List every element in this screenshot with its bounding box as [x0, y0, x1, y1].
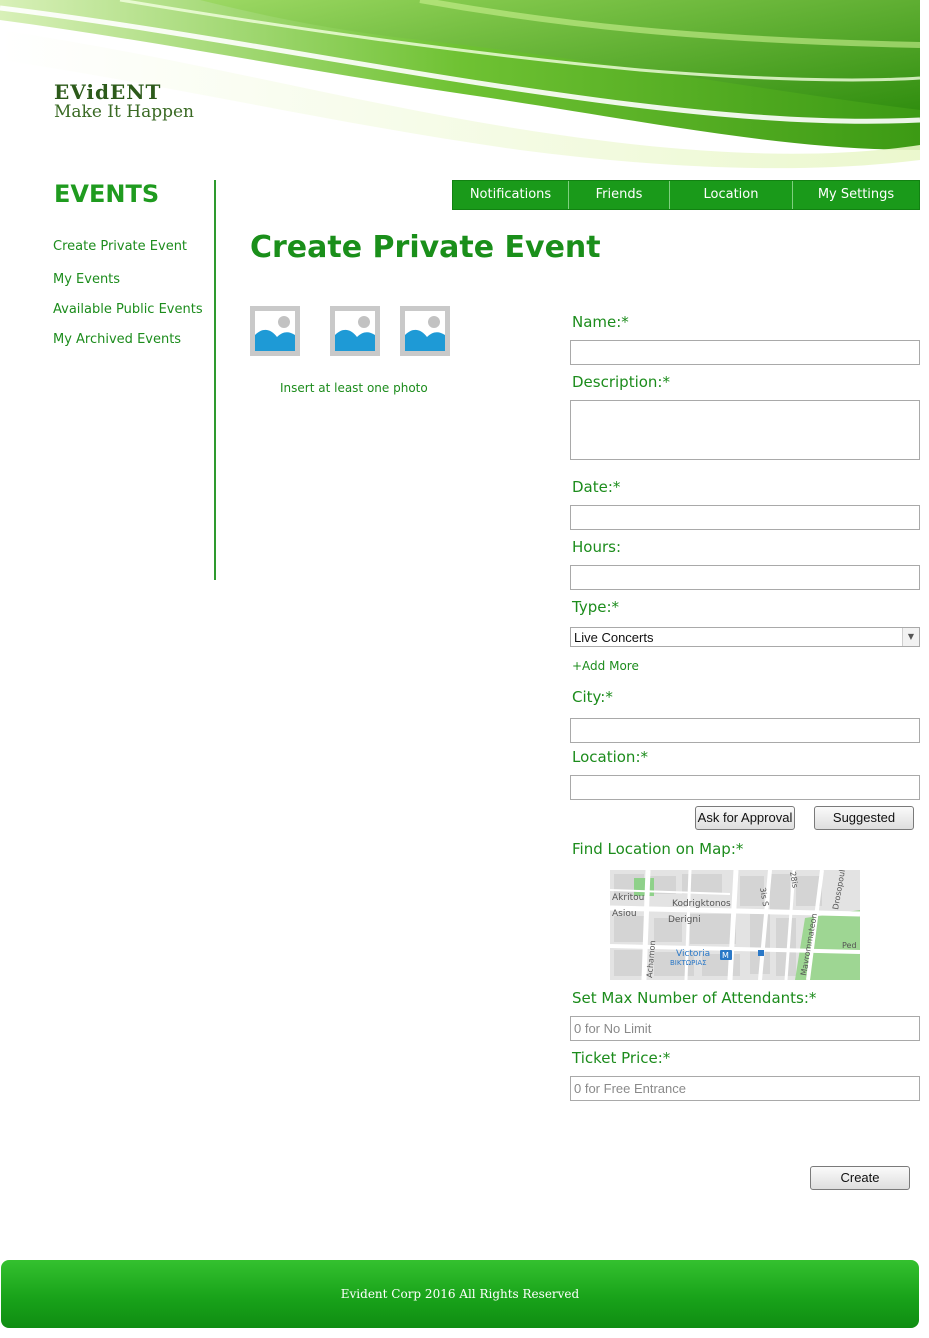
map-street-label: Derigni: [668, 915, 701, 925]
map-label: Find Location on Map:*: [572, 840, 744, 858]
type-select[interactable]: Live Concerts ▼: [570, 627, 920, 647]
photo-slot-1[interactable]: [250, 306, 300, 356]
type-selected-value: Live Concerts: [574, 630, 654, 645]
sidebar-heading: EVENTS: [54, 180, 160, 208]
sidebar-link-my-archived-events[interactable]: My Archived Events: [53, 332, 181, 347]
image-placeholder-icon: [335, 311, 375, 351]
city-input[interactable]: [570, 718, 920, 743]
footer: Evident Corp 2016 All Rights Reserved: [1, 1260, 919, 1328]
city-label: City:*: [572, 688, 613, 706]
map-street-label: Victoria: [676, 949, 710, 959]
map-street-label: ΒΙΚΤΩΡΙΑΣ: [670, 959, 707, 967]
name-label: Name:*: [572, 313, 629, 331]
image-placeholder-icon: [255, 311, 295, 351]
brand-tagline: Make It Happen: [54, 102, 194, 122]
map-street-label: Ped: [842, 941, 857, 950]
location-map[interactable]: Akritou Kodrigktonos Asiou Derigni Victo…: [610, 870, 860, 980]
location-label: Location:*: [572, 748, 648, 766]
hours-label: Hours:: [572, 538, 621, 556]
image-placeholder-icon: [405, 311, 445, 351]
map-graphic: Akritou Kodrigktonos Asiou Derigni Victo…: [610, 870, 860, 980]
sidebar-link-my-events[interactable]: My Events: [53, 272, 120, 287]
description-label: Description:*: [572, 373, 670, 391]
ticket-price-label: Ticket Price:*: [572, 1049, 671, 1067]
date-input[interactable]: [570, 505, 920, 530]
add-more-link[interactable]: +Add More: [572, 659, 639, 673]
svg-text:M: M: [722, 951, 729, 960]
type-label: Type:*: [572, 598, 620, 616]
footer-copyright: Evident Corp 2016 All Rights Reserved: [340, 1287, 580, 1301]
nav-location[interactable]: Location: [670, 181, 793, 209]
dropdown-arrow-icon: ▼: [902, 628, 919, 646]
top-navigation: Notifications Friends Location My Settin…: [452, 180, 920, 210]
map-street-label: Akritou: [612, 893, 644, 903]
page-title: Create Private Event: [250, 230, 601, 265]
photo-slot-3[interactable]: [400, 306, 450, 356]
map-street-label: Asiou: [612, 909, 637, 919]
sidebar-link-available-public-events[interactable]: Available Public Events: [53, 302, 203, 317]
nav-friends[interactable]: Friends: [569, 181, 670, 209]
date-label: Date:*: [572, 478, 621, 496]
hours-input[interactable]: [570, 565, 920, 590]
description-textarea[interactable]: [570, 400, 920, 460]
sidebar-divider: [214, 180, 216, 580]
photo-hint: Insert at least one photo: [280, 381, 428, 395]
photo-slot-2[interactable]: [330, 306, 380, 356]
sidebar-link-create-private-event[interactable]: Create Private Event: [53, 239, 187, 254]
ticket-price-input[interactable]: [570, 1076, 920, 1101]
brand-name: EVidENT: [54, 80, 162, 104]
name-input[interactable]: [570, 340, 920, 365]
header-banner: EVidENT Make It Happen: [0, 0, 929, 172]
nav-notifications[interactable]: Notifications: [453, 181, 569, 209]
suggested-button[interactable]: Suggested: [814, 806, 914, 830]
nav-my-settings[interactable]: My Settings: [793, 181, 919, 209]
location-input[interactable]: [570, 775, 920, 800]
max-attendants-input[interactable]: [570, 1016, 920, 1041]
create-button[interactable]: Create: [810, 1166, 910, 1190]
max-attendants-label: Set Max Number of Attendants:*: [572, 989, 817, 1007]
map-street-label: Kodrigktonos: [672, 899, 731, 909]
ask-for-approval-button[interactable]: Ask for Approval: [695, 806, 795, 830]
